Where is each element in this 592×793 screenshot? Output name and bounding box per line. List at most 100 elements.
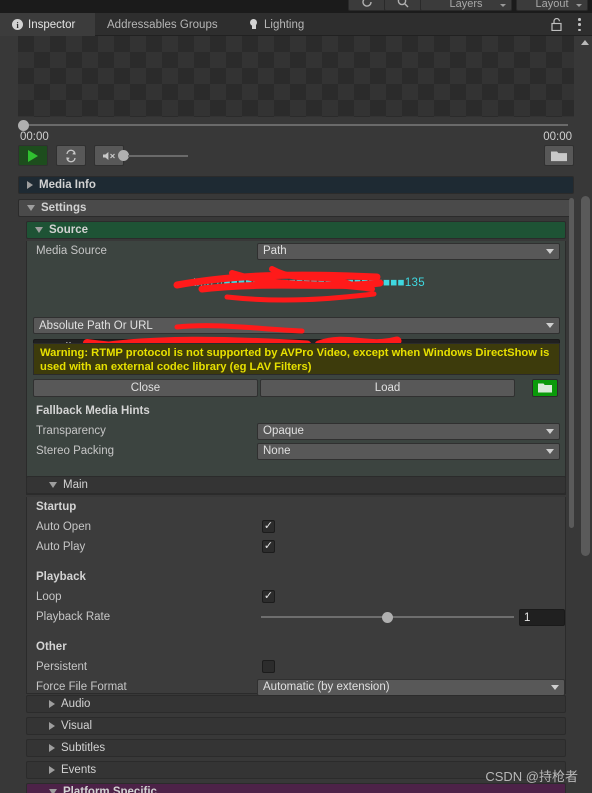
info-icon: i	[12, 19, 23, 30]
seek-bar[interactable]	[18, 120, 574, 131]
tab-lighting[interactable]: Lighting	[236, 13, 316, 36]
fallback-header: Fallback Media Hints	[36, 405, 150, 417]
browse-file-button[interactable]	[544, 145, 574, 166]
subtitles-label: Subtitles	[61, 742, 106, 754]
stereo-packing-dropdown[interactable]: None	[257, 442, 560, 460]
settings-section[interactable]: Settings	[18, 199, 574, 217]
settings-header[interactable]: Settings	[18, 199, 574, 217]
transparency-label: Transparency	[36, 425, 106, 437]
chevron-down-icon	[546, 248, 554, 254]
loop-checkbox[interactable]: ✓	[262, 590, 275, 603]
auto-open-label: Auto Open	[36, 521, 91, 533]
search-icon-button[interactable]	[384, 0, 422, 11]
path-type-dropdown[interactable]: Absolute Path Or URL	[33, 317, 560, 334]
media-preview-area	[18, 36, 574, 117]
url-preview-area: rtmp://■■■■■■■■■■■■■■■■■■■■■■■■■135	[27, 261, 565, 317]
media-info-header[interactable]: Media Info	[18, 176, 574, 194]
tab-inspector[interactable]: i Inspector	[0, 13, 95, 36]
unity-main-toolbar: Layers Layout	[0, 0, 592, 13]
path-type-value: Absolute Path Or URL	[39, 319, 153, 332]
media-source-label: Media Source	[36, 245, 107, 257]
rtmp-warning-text: Warning: RTMP protocol is not supported …	[40, 347, 550, 373]
playback-rate-value: 1	[524, 611, 531, 624]
layout-dropdown[interactable]: Layout	[516, 0, 588, 11]
persistent-checkbox[interactable]	[262, 660, 275, 673]
subtitles-header[interactable]: Subtitles	[26, 739, 566, 757]
visual-section[interactable]: Visual	[26, 717, 566, 735]
media-source-row: Media Source Path	[27, 241, 565, 261]
loop-button[interactable]	[56, 145, 86, 166]
stereo-packing-value: None	[263, 445, 291, 457]
load-button[interactable]: Load	[260, 379, 515, 397]
media-source-dropdown[interactable]: Path	[257, 242, 560, 260]
main-label: Main	[63, 479, 88, 491]
path-type-row: Absolute Path Or URL	[27, 317, 565, 339]
audio-section[interactable]: Audio	[26, 695, 566, 713]
auto-play-checkbox[interactable]: ✓	[262, 540, 275, 553]
tab-lighting-label: Lighting	[264, 18, 305, 31]
seek-handle[interactable]	[18, 120, 29, 131]
watermark: CSDN @持枪者	[485, 769, 578, 784]
transparency-dropdown[interactable]: Opaque	[257, 422, 560, 440]
chevron-down-icon	[35, 227, 43, 233]
force-file-format-dropdown[interactable]: Automatic (by extension)	[257, 678, 565, 696]
layers-dropdown[interactable]: Layers	[420, 0, 512, 11]
source-header[interactable]: Source	[26, 221, 566, 239]
fallback-hints-group: Fallback Media Hints Transparency Opaque…	[27, 401, 565, 461]
visual-header[interactable]: Visual	[26, 717, 566, 735]
chevron-down-icon	[49, 789, 57, 793]
subtitles-section[interactable]: Subtitles	[26, 739, 566, 757]
auto-open-checkbox[interactable]: ✓	[262, 520, 275, 533]
force-file-format-row: Force File Format Automatic (by extensio…	[27, 677, 565, 697]
chevron-down-icon	[546, 448, 554, 454]
tab-addressables-groups[interactable]: Addressables Groups	[95, 13, 230, 36]
scrollbar-thumb[interactable]	[581, 196, 590, 556]
chevron-down-icon	[546, 428, 554, 434]
source-body: Media Source Path rtmp://■■■■■■■■■■■■■■■…	[26, 241, 566, 495]
chevron-right-icon	[49, 722, 55, 730]
persistent-row: Persistent	[27, 657, 565, 677]
fallback-header-row: Fallback Media Hints	[27, 401, 565, 421]
left-gutter	[0, 36, 18, 793]
inspector-scrollbar[interactable]	[578, 36, 592, 793]
settings-label: Settings	[41, 202, 87, 214]
main-body: Startup Auto Open ✓ Auto Play ✓ Playback…	[26, 497, 566, 697]
chevron-down-icon	[49, 482, 57, 488]
media-source-value: Path	[263, 245, 287, 257]
green-folder-icon	[538, 383, 552, 393]
scroll-up-arrow-icon[interactable]	[581, 40, 589, 45]
platform-specific-label: Platform Specific	[63, 786, 157, 793]
seek-track	[24, 124, 568, 126]
chevron-right-icon	[49, 700, 55, 708]
force-file-format-label: Force File Format	[36, 681, 127, 693]
chevron-right-icon	[49, 766, 55, 774]
close-button[interactable]: Close	[33, 379, 258, 397]
rtmp-warning-box: Warning: RTMP protocol is not supported …	[33, 343, 560, 375]
mute-icon	[103, 151, 115, 160]
play-icon	[28, 149, 38, 162]
inner-scrollbar-thumb[interactable]	[569, 198, 574, 528]
main-header[interactable]: Main	[26, 476, 566, 494]
audio-header[interactable]: Audio	[26, 695, 566, 713]
lightbulb-icon	[248, 18, 259, 31]
kebab-menu-icon[interactable]	[578, 18, 581, 31]
startup-header: Startup	[36, 501, 77, 513]
playback-rate-input[interactable]: 1	[519, 609, 565, 626]
browse-green-button[interactable]	[532, 379, 558, 397]
media-info-label: Media Info	[39, 179, 96, 191]
lock-icon[interactable]	[551, 17, 562, 32]
playback-rate-label: Playback Rate	[36, 611, 111, 623]
inspector-tab-bar: i Inspector Addressables Groups Lighting	[0, 13, 592, 36]
url-preview-text: rtmp://■■■■■■■■■■■■■■■■■■■■■■■■■135	[189, 277, 425, 289]
chevron-down-icon	[500, 4, 506, 7]
play-button[interactable]	[18, 145, 48, 166]
chevron-down-icon	[27, 205, 35, 211]
refresh-icon-button[interactable]	[348, 0, 386, 11]
persistent-label: Persistent	[36, 661, 88, 673]
volume-slider-track[interactable]	[128, 155, 188, 157]
playback-rate-slider-knob[interactable]	[382, 612, 393, 623]
startup-header-row: Startup	[27, 497, 565, 517]
tab-inspector-label: Inspector	[28, 18, 76, 31]
source-label: Source	[49, 224, 88, 236]
media-info-section[interactable]: Media Info	[18, 176, 574, 194]
